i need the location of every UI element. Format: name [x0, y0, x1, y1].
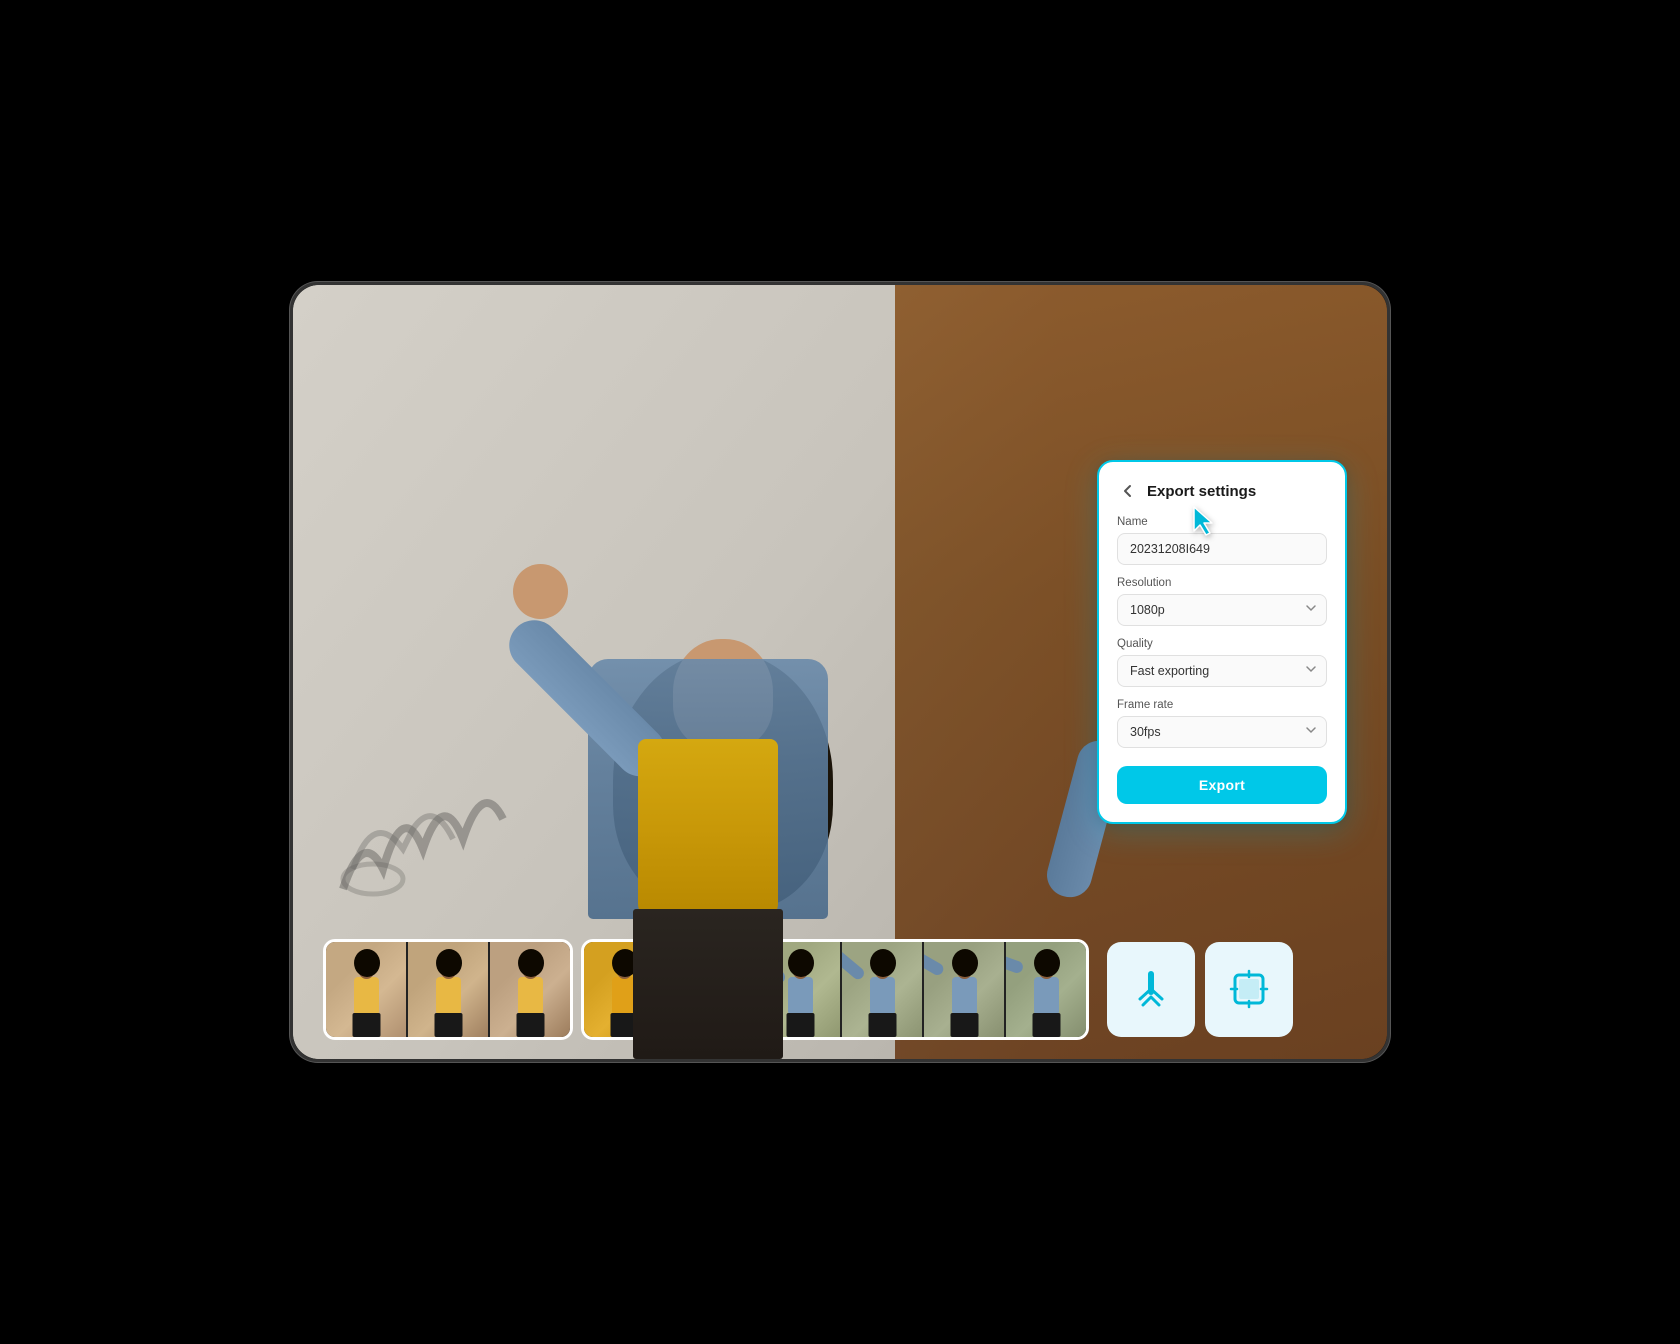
name-field-group: Name — [1117, 516, 1327, 565]
thumbnail-8[interactable] — [924, 942, 1004, 1037]
thumbnail-3[interactable] — [490, 942, 570, 1037]
quality-field-group: Quality Fast exporting High quality Best… — [1117, 638, 1327, 687]
split-button[interactable] — [1107, 942, 1195, 1037]
action-buttons-container — [1107, 942, 1293, 1037]
thumbnail-2[interactable] — [408, 942, 488, 1037]
split-icon — [1129, 967, 1173, 1011]
frame-rate-select-wrapper: 24fps 30fps 60fps — [1117, 716, 1327, 748]
crop-icon — [1227, 967, 1271, 1011]
resolution-select[interactable]: 720p 1080p 2K 4K — [1117, 594, 1327, 626]
name-input[interactable] — [1117, 533, 1327, 565]
name-label: Name — [1117, 516, 1327, 528]
thumbnail-1[interactable] — [326, 942, 406, 1037]
panel-header: Export settings — [1117, 480, 1327, 502]
graffiti-decoration — [323, 709, 523, 909]
quality-select[interactable]: Fast exporting High quality Best quality — [1117, 655, 1327, 687]
thumbnail-group-1[interactable] — [323, 939, 573, 1040]
bottom-thumbnail-strip — [293, 919, 1387, 1059]
panel-title: Export settings — [1147, 483, 1256, 500]
export-button[interactable]: Export — [1117, 766, 1327, 804]
resolution-label: Resolution — [1117, 577, 1327, 589]
thumbnail-9[interactable] — [1006, 942, 1086, 1037]
back-button[interactable] — [1117, 480, 1139, 502]
thumbnail-group-3[interactable] — [757, 939, 1089, 1040]
export-settings-panel: Export settings Name Resolution 720p 108… — [1097, 460, 1347, 824]
quality-label: Quality — [1117, 638, 1327, 650]
crop-button[interactable] — [1205, 942, 1293, 1037]
quality-select-wrapper: Fast exporting High quality Best quality — [1117, 655, 1327, 687]
device-frame: Export settings Name Resolution 720p 108… — [290, 282, 1390, 1062]
main-content: Export settings Name Resolution 720p 108… — [293, 285, 1387, 1059]
frame-rate-label: Frame rate — [1117, 699, 1327, 711]
frame-rate-select[interactable]: 24fps 30fps 60fps — [1117, 716, 1327, 748]
frame-rate-field-group: Frame rate 24fps 30fps 60fps — [1117, 699, 1327, 748]
thumbnail-7[interactable] — [842, 942, 922, 1037]
resolution-select-wrapper: 720p 1080p 2K 4K — [1117, 594, 1327, 626]
resolution-field-group: Resolution 720p 1080p 2K 4K — [1117, 577, 1327, 626]
